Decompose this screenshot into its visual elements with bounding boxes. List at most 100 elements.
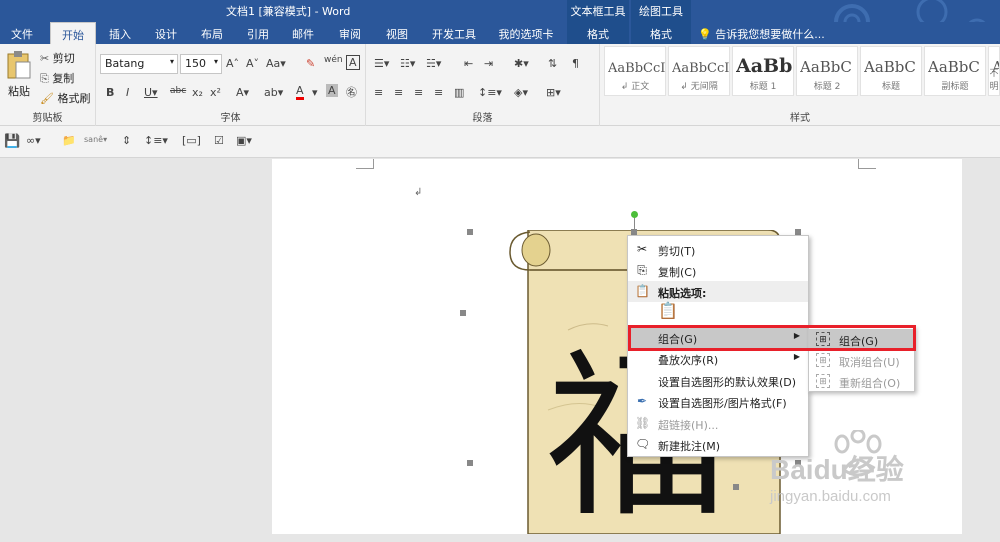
highlight-icon[interactable]: ab▾ [264,86,283,99]
style-normal[interactable]: AaBbCcI ↲ 正文 [604,46,666,96]
chevron-right-icon: ▶ [793,352,800,361]
strikethrough-icon[interactable]: abc [170,86,186,96]
tab-drawing-format[interactable]: 格式 [631,22,691,44]
tab-developer[interactable]: 开发工具 [425,22,483,44]
style-sample: AaBbC [864,58,916,76]
tab-insert[interactable]: 插入 [100,22,140,44]
bold-icon[interactable]: B [106,86,114,99]
menu-set-default-effect[interactable]: 设置自选图形的默认效果(D) [628,370,808,391]
picture-icon[interactable]: ▣▾ [236,134,252,147]
tab-mailings[interactable]: 邮件 [283,22,323,44]
align-left-icon[interactable]: ≡ [374,86,383,99]
numbering-icon[interactable]: ☷▾ [400,57,415,70]
clear-format-icon[interactable]: ✎ [306,57,315,70]
clipboard-icon [7,51,31,79]
enclose-char-icon[interactable]: ㊔ [346,84,357,100]
align-center-icon[interactable]: ≡ [394,86,403,99]
menu-cut[interactable]: ✂ 剪切(T) [628,239,808,260]
tell-me-box[interactable]: 💡 告诉我您想要做什么... [698,26,825,42]
style-title[interactable]: AaBbC 标题 [860,46,922,96]
style-no-spacing[interactable]: AaBbCcI ↲ 无间隔 [668,46,730,96]
menu-item-label: 超链接(H)... [658,419,719,432]
superscript-icon[interactable]: x² [210,86,221,99]
phonetic-icon[interactable]: sanê▾ [84,135,107,144]
style-more[interactable]: Aa 不明 [988,46,1000,96]
grow-font-icon[interactable]: A˄ [226,57,239,70]
tab-view[interactable]: 视图 [377,22,417,44]
cut-button[interactable]: ✂ 剪切 [40,50,75,66]
tab-design[interactable]: 设计 [146,22,186,44]
chevron-down-icon[interactable]: ▾ [312,86,318,99]
tab-references[interactable]: 引用 [238,22,278,44]
subscript-icon[interactable]: x₂ [192,86,203,99]
style-subtitle[interactable]: AaBbC 副标题 [924,46,986,96]
rotation-handle[interactable] [631,211,638,218]
paste-button[interactable]: 粘贴 [4,50,34,100]
chinese-layout-icon[interactable]: ✱▾ [514,57,529,70]
phonetic-guide-icon[interactable]: wén [324,55,343,65]
window-title: 文档1 [兼容模式] - Word [226,5,351,18]
text-direction-icon[interactable]: ⇕ [122,134,131,147]
copy-button[interactable]: ⎘ 复制 [40,70,74,86]
decrease-indent-icon[interactable]: ⇤ [464,57,473,70]
text-effects-icon[interactable]: A▾ [236,86,249,99]
menu-copy[interactable]: ⎘ 复制(C) [628,260,808,281]
submenu-regroup[interactable]: ⊞ 重新组合(O) [809,371,914,392]
multilevel-list-icon[interactable]: ☵▾ [426,57,441,70]
tab-home[interactable]: 开始 [50,22,96,44]
link-icon[interactable]: ∞▾ [26,134,41,147]
tab-layout[interactable]: 布局 [192,22,232,44]
resize-handle[interactable] [733,484,739,490]
spacing-icon[interactable]: ↕≡▾ [144,134,168,147]
menu-format-shape[interactable]: ✒ 设置自选图形/图片格式(F) [628,391,808,412]
style-sample: AaBbC [928,58,980,76]
change-case-icon[interactable]: Aa▾ [266,57,286,70]
tab-my-tab[interactable]: 我的选项卡 [492,22,560,44]
tab-review[interactable]: 审阅 [330,22,370,44]
field-icon[interactable]: [▭] [182,134,201,147]
menu-item-label: 剪切(T) [658,245,696,258]
font-name-value: Batang [105,57,145,70]
submenu-ungroup[interactable]: ⊞ 取消组合(U) [809,350,914,371]
font-color-icon[interactable]: A [296,84,304,100]
submenu-item-label: 重新组合(O) [839,377,901,390]
shading-icon[interactable]: ◈▾ [514,86,528,99]
align-right-icon[interactable]: ≡ [414,86,423,99]
char-border-icon[interactable]: A [346,55,360,70]
char-shading-icon[interactable]: A [326,84,338,97]
style-sample: AaBb [736,55,793,77]
checkbox-icon[interactable]: ☑ [214,134,224,147]
font-size-combo[interactable]: 150 ▾ [180,54,222,74]
tab-file[interactable]: 文件 [0,22,44,44]
shrink-font-icon[interactable]: A˅ [246,57,259,70]
menu-order[interactable]: 叠放次序(R) ▶ [628,348,808,369]
folder-icon[interactable]: 📁 [62,134,76,147]
show-marks-icon[interactable]: ¶ [572,57,579,70]
underline-icon[interactable]: U▾ [144,86,158,99]
clipboard-group-label: 剪贴板 [32,113,63,124]
style-name: 标题 1 [749,82,777,92]
style-name: 标题 2 [813,82,841,92]
distributed-icon[interactable]: ▥ [454,86,464,99]
style-heading-2[interactable]: AaBbC 标题 2 [796,46,858,96]
textbox-tools-header: 文本框工具 [567,0,629,22]
increase-indent-icon[interactable]: ⇥ [484,57,493,70]
format-painter-button[interactable]: 🖌 格式刷 [40,90,90,106]
save-icon[interactable]: 💾 [4,134,20,149]
highlight-annotation [628,325,916,351]
sort-icon[interactable]: ⇅ [548,57,557,70]
borders-icon[interactable]: ⊞▾ [546,86,561,99]
resize-handle[interactable] [460,310,466,316]
resize-handle[interactable] [467,229,473,235]
cut-label: 剪切 [52,52,75,65]
tab-textbox-format[interactable]: 格式 [567,22,629,44]
style-heading-1[interactable]: AaBb 标题 1 [732,46,794,96]
italic-icon[interactable]: I [126,86,129,99]
menu-paste-keep-text[interactable]: 📋 [628,302,808,326]
bullets-icon[interactable]: ☰▾ [374,57,389,70]
font-size-value: 150 [185,57,206,70]
justify-icon[interactable]: ≡ [434,86,443,99]
resize-handle[interactable] [467,460,473,466]
font-name-combo[interactable]: Batang ▾ [100,54,178,74]
line-spacing-icon[interactable]: ↕≡▾ [478,86,502,99]
